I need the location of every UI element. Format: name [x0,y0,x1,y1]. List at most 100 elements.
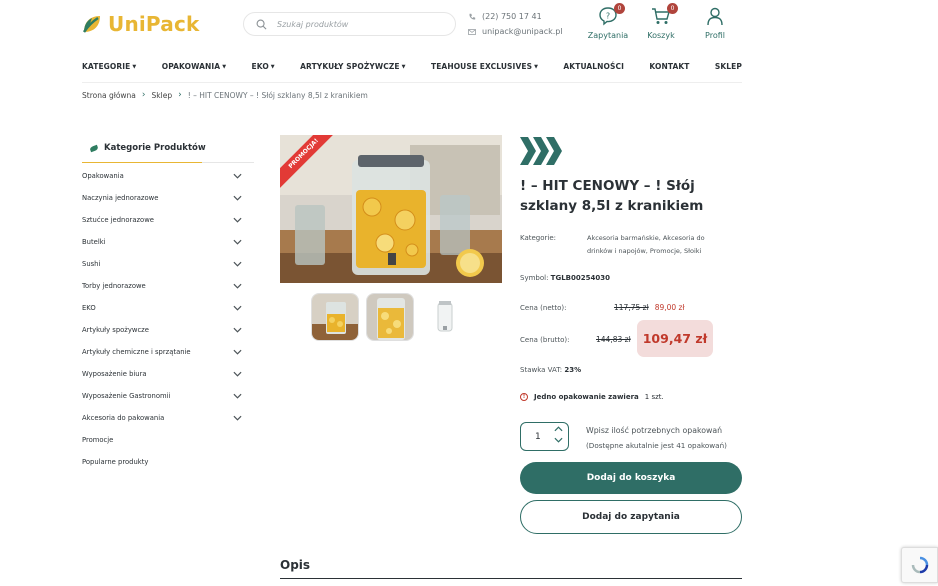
chevron-down-icon[interactable] [233,349,242,355]
chevron-down-icon[interactable] [233,195,242,201]
email-address[interactable]: unipack@unipack.pl [482,27,563,36]
sidebar-category-label: Artykuły spożywcze [82,326,149,334]
inquiry-count-badge: 0 [614,3,625,14]
sidebar-category-label: Naczynia jednorazowe [82,194,159,202]
nav-item-opakowania[interactable]: OPAKOWANIA ▼ [162,62,226,71]
thumbnail-3[interactable] [421,293,469,341]
cart-count-badge: 0 [667,3,678,14]
package-unit: 1 szt. [644,393,664,401]
description-heading[interactable]: Opis [280,558,310,572]
net-price-new: 89,00 zł [654,303,685,312]
sidebar-category-label: Wyposażenie Gastronomii [82,392,171,400]
sidebar-category-item[interactable]: Artykuły spożywcze [82,324,242,336]
breadcrumb: Strona główna › Sklep › ! – HIT CENOWY –… [82,90,368,100]
nav-item-eko[interactable]: EKO ▼ [252,62,275,71]
nav-item-sklep[interactable]: SKLEP [715,62,742,71]
add-to-cart-button[interactable]: Dodaj do koszyka [520,462,742,494]
sidebar-category-item[interactable]: Promocje [82,434,242,446]
thumbnail-1[interactable] [311,293,359,341]
sidebar-category-label: Torby jednorazowe [82,282,146,290]
phone-contact[interactable]: (22) 750 17 41 [468,12,542,21]
chevron-down-icon[interactable] [233,217,242,223]
quantity-note: Wpisz ilość potrzebnych opakowań (Dostęp… [586,426,727,450]
profile-button[interactable]: Profil [692,4,738,40]
sidebar-divider [82,162,254,163]
sidebar-category-label: Wyposażenie biura [82,370,147,378]
chevron-down-icon[interactable] [233,173,242,179]
sidebar-category-item[interactable]: Torby jednorazowe [82,280,242,292]
sidebar-category-label: Sztućce jednorazowe [82,216,154,224]
chevron-down-icon[interactable] [233,283,242,289]
chevron-down-icon[interactable] [233,415,242,421]
sidebar-category-label: Popularne produkty [82,458,149,466]
sidebar-category-item[interactable]: Popularne produkty [82,456,242,468]
recaptcha-icon [911,556,928,574]
product-title: ! – HIT CENOWY – ! Słój szklany 8,5l z k… [520,178,704,214]
nav-item-teahouse[interactable]: TEAHOUSE EXCLUSIVES ▼ [431,62,538,71]
sidebar-category-item[interactable]: Naczynia jednorazowe [82,192,242,204]
symbol-value: TGLB00254030 [550,274,610,282]
mail-icon [468,28,476,35]
sidebar-category-item[interactable]: Akcesoria do pakowania [82,412,242,424]
vat-row: Stawka VAT: 23% [520,366,582,374]
breadcrumb-shop[interactable]: Sklep [152,91,173,100]
nav-item-artykuly-spozywcze[interactable]: ARTYKUŁY SPOŻYWCZE ▼ [300,62,405,71]
quantity-stepper[interactable]: 1 [520,422,569,451]
sidebar-title: Kategorie Produktów [89,143,206,153]
phone-number[interactable]: (22) 750 17 41 [482,12,542,21]
nav-divider [82,82,742,83]
vat-value: 23% [564,366,582,374]
main-nav: KATEGORIE ▼ OPAKOWANIA ▼ EKO ▼ ARTYKUŁY SPO… [82,62,742,71]
leaf-logo-icon [82,16,100,33]
recaptcha-badge[interactable] [901,547,938,583]
breadcrumb-current: ! – HIT CENOWY – ! Słój szklany 8,5l z k… [187,90,368,100]
sidebar-category-item[interactable]: Sushi [82,258,242,270]
sidebar-category-item[interactable]: Opakowania [82,170,242,182]
search-icon[interactable] [256,19,267,30]
chevron-down-icon[interactable] [233,261,242,267]
package-info: ! Jedno opakowanie zawiera 1 szt. [520,393,664,401]
chevron-down-icon[interactable] [233,305,242,311]
gross-price-old: 144,83 zł [596,335,631,344]
categories-value[interactable]: Akcesoria barmańskie, Akcesoria do drink… [587,232,727,258]
net-price: 117,75 zł 89,00 zł [614,303,685,312]
email-contact[interactable]: unipack@unipack.pl [468,27,563,36]
add-to-inquiry-button[interactable]: Dodaj do zapytania [520,500,742,534]
net-price-old: 117,75 zł [614,303,649,312]
search-bar[interactable] [243,12,456,36]
sidebar-category-item[interactable]: Sztućce jednorazowe [82,214,242,226]
chevron-down-icon[interactable] [233,371,242,377]
nav-item-kontakt[interactable]: KONTAKT [649,62,689,71]
sidebar-category-label: Promocje [82,436,114,444]
sidebar-category-label: EKO [82,304,96,312]
inquiry-label: Zapytania [587,31,629,40]
sidebar-category-item[interactable]: Wyposażenie Gastronomii [82,390,242,402]
inquiry-button[interactable]: ? 0 Zapytania [585,3,631,40]
chevron-down-icon[interactable] [233,393,242,399]
thumbnail-2[interactable] [366,293,414,341]
product-main-image[interactable]: PROMOCJA! [280,135,502,283]
profile-label: Profil [705,31,725,40]
svg-text:?: ? [606,12,610,21]
sidebar-category-item[interactable]: EKO [82,302,242,314]
sidebar-category-item[interactable]: Butelki [82,236,242,248]
cart-button[interactable]: 0 Koszyk [638,3,684,40]
chevron-down-icon[interactable] [233,327,242,333]
gross-price-label: Cena (brutto): [520,336,570,344]
logo[interactable]: UniPack [82,12,200,36]
breadcrumb-home[interactable]: Strona główna [82,91,136,100]
sidebar-category-label: Butelki [82,238,106,246]
sidebar-category-item[interactable]: Artykuły chemiczne i sprzątanie [82,346,242,358]
sidebar-category-item[interactable]: Wyposażenie biura [82,368,242,380]
quantity-value[interactable]: 1 [535,432,541,442]
search-input[interactable] [277,19,437,29]
symbol-row: Symbol: TGLB00254030 [520,274,610,282]
chevron-down-icon[interactable] [554,437,563,443]
chevron-down-icon[interactable] [233,239,242,245]
nav-item-kategorie[interactable]: KATEGORIE ▼ [82,62,136,71]
chevron-up-icon[interactable] [554,426,563,432]
phone-icon [469,13,476,20]
nav-item-aktualnosci[interactable]: AKTUALNOŚCI [563,62,624,71]
logo-text: UniPack [108,12,200,36]
description-divider [280,578,742,579]
